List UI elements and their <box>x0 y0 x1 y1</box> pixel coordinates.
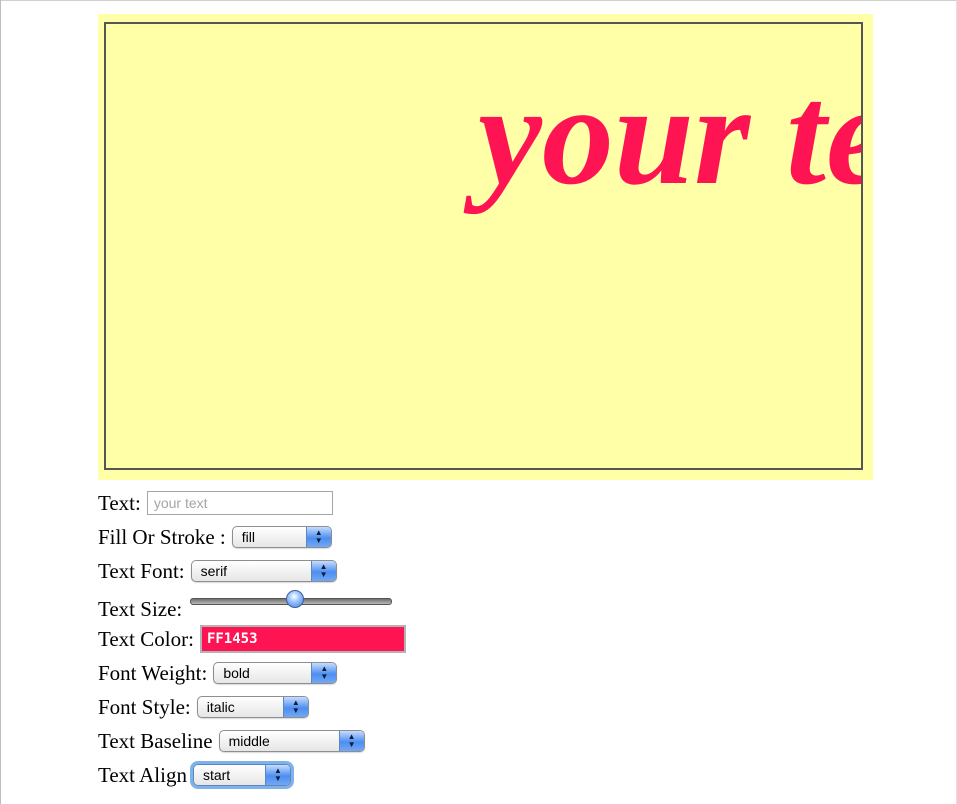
text-font-select[interactable]: serif ▲ ▼ <box>190 560 337 582</box>
controls-form: Text: Fill Or Stroke : fill ▲▼ Text Font… <box>98 486 406 792</box>
select-arrows-icon: ▲ ▼ <box>310 561 336 581</box>
text-label: Text: <box>98 490 141 515</box>
fill-or-stroke-row: Fill Or Stroke : fill ▲ ▼ <box>98 520 406 554</box>
text-align-select[interactable]: start ▲ ▼ <box>192 764 291 786</box>
text-baseline-row: Text Baseline middle ▲ ▼ <box>98 724 406 758</box>
text-size-slider[interactable] <box>190 590 393 612</box>
frame-border-top <box>0 0 957 1</box>
font-weight-value: bold <box>223 665 250 681</box>
font-weight-label: Font Weight: <box>98 660 208 685</box>
text-size-label: Text Size: <box>98 596 183 621</box>
font-weight-row: Font Weight: bold ▲ ▼ <box>98 656 406 690</box>
font-style-value: italic <box>206 699 235 715</box>
text-font-label: Text Font: <box>98 558 185 583</box>
font-style-label: Font Style: <box>98 694 191 719</box>
font-style-row: Font Style: italic ▲ ▼ <box>98 690 406 724</box>
select-arrows-icon: ▲ ▼ <box>264 765 290 785</box>
select-arrows-icon: ▲ ▼ <box>282 697 308 717</box>
text-color-label: Text Color: <box>98 626 194 651</box>
slider-thumb[interactable] <box>286 590 305 608</box>
text-color-input[interactable]: FF1453 <box>199 625 406 653</box>
fill-or-stroke-select[interactable]: fill ▲ ▼ <box>231 526 332 548</box>
canvas-container: your text <box>98 14 873 480</box>
fill-or-stroke-value: fill <box>241 529 255 545</box>
text-baseline-label: Text Baseline <box>98 728 213 753</box>
font-weight-select[interactable]: bold ▲ ▼ <box>213 662 338 684</box>
font-style-select[interactable]: italic ▲ ▼ <box>196 696 309 718</box>
fill-or-stroke-label: Fill Or Stroke : <box>98 524 226 549</box>
text-input[interactable] <box>146 491 333 515</box>
frame-border-left <box>0 0 1 804</box>
text-canvas[interactable]: your text <box>104 22 863 470</box>
text-font-row: Text Font: serif ▲ ▼ <box>98 554 406 588</box>
text-align-row: Text Align start ▲ ▼ <box>98 758 406 792</box>
select-arrows-icon: ▲ ▼ <box>311 663 337 683</box>
text-size-row: Text Size: <box>98 588 406 622</box>
text-font-value: serif <box>200 563 228 579</box>
text-align-value: start <box>202 767 231 783</box>
text-color-value: FF1453 <box>206 631 258 647</box>
select-arrows-icon: ▲ ▼ <box>305 527 331 547</box>
select-arrows-icon: ▲ ▼ <box>338 731 364 751</box>
canvas-rendered-text: your text <box>478 56 861 215</box>
text-baseline-value: middle <box>228 733 270 749</box>
text-baseline-select[interactable]: middle ▲ ▼ <box>218 730 365 752</box>
text-color-row: Text Color: FF1453 <box>98 622 406 656</box>
text-row: Text: <box>98 486 406 520</box>
text-align-label: Text Align <box>98 762 187 787</box>
